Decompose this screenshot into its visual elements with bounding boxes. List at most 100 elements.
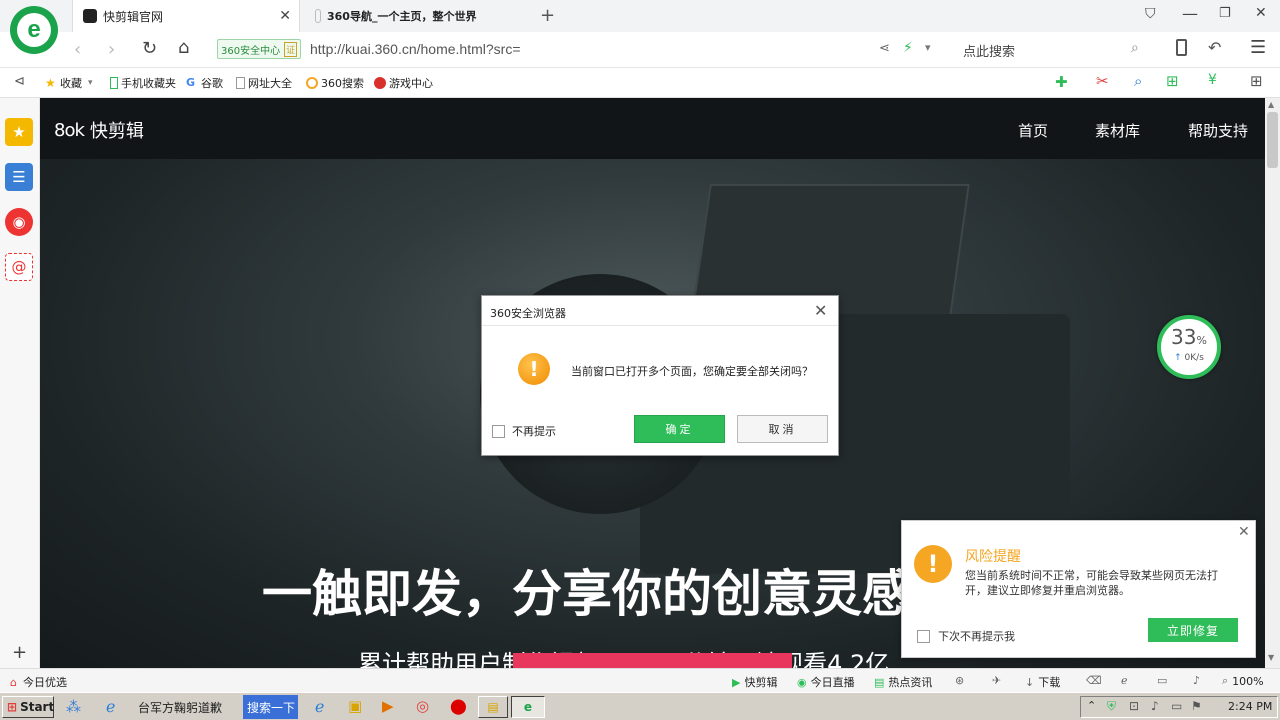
taskbar-window-title[interactable]: 台军方鞠躬道歉 [138,699,222,716]
bookmark-favorites[interactable]: ★ 收藏 ▾ [45,75,93,91]
tray-chevron-icon[interactable]: ⌃ [1087,699,1096,712]
favorites-star-icon[interactable]: ★ [5,118,33,146]
checkbox-box[interactable] [917,629,930,643]
nav-home[interactable]: 首页 [1018,120,1048,141]
collapse-sidebar-icon[interactable]: ⊲ [14,74,25,89]
clock[interactable]: 2:24 PM [1228,700,1272,713]
weibo-icon[interactable]: ◉ [5,208,33,236]
risk-dont-show-checkbox[interactable]: 下次不再提示我 [917,628,1015,644]
today-picks-label: 今日优选 [22,676,67,689]
chevron-down-icon[interactable]: ▾ [925,41,931,54]
start-label: Start [20,700,55,714]
play-icon: ▶ [732,675,741,689]
bookmark-mobile[interactable]: 手机收藏夹 [110,75,176,91]
live-icon: ◉ [797,675,807,689]
apps-grid-icon[interactable]: ⊞ [1250,72,1263,90]
minimize-icon[interactable]: — [1182,4,1198,23]
bookmark-sites[interactable]: 网址大全 [236,75,292,91]
zoom-level[interactable]: ⌕ 100% [1222,674,1264,688]
network-speed-widget[interactable]: 33% ↑ 0K/s [1157,315,1221,379]
status-live[interactable]: ◉ 今日直播 [797,674,855,690]
reader-list-icon[interactable]: ☰ [5,163,33,191]
screenshot-icon[interactable]: ✂ [1096,72,1109,90]
app-taskbar-button[interactable]: ▤ [478,696,508,718]
network-icon[interactable]: ⊡ [1129,699,1139,713]
skin-icon[interactable]: ⛉ [1145,6,1156,22]
warning-icon: ! [518,353,550,385]
scroll-thumb[interactable] [1267,112,1278,168]
shield-icon[interactable]: ⛨ [1107,699,1116,714]
status-kuaijianji[interactable]: ▶ 快剪辑 [732,674,777,690]
keyboard-icon[interactable]: ▭ [1171,699,1182,713]
fix-now-button[interactable]: 立即修复 [1148,618,1238,642]
menu-icon[interactable]: ☰ [1250,37,1266,58]
zoom-search-icon[interactable]: ⌕ [1134,72,1142,90]
bookmark-360search[interactable]: 360搜索 [306,75,364,91]
cancel-button[interactable]: 取消 [737,415,828,443]
url-field[interactable]: http://kuai.360.cn/home.html?src= [310,41,521,57]
nav-help[interactable]: 帮助支持 [1188,120,1248,141]
scroll-up-icon[interactable]: ▲ [1268,100,1274,109]
wallet-icon[interactable]: ¥ [1208,72,1217,88]
scroll-down-icon[interactable]: ▼ [1268,653,1274,662]
status-ie-icon[interactable]: ℯ [1121,674,1128,687]
add-sidebar-icon[interactable]: + [12,642,27,663]
mobile-icon[interactable] [1176,39,1187,56]
media-player-icon[interactable]: ▶ [382,697,394,715]
forward-icon[interactable]: › [108,39,115,60]
start-button[interactable]: ⊞ Start [2,696,54,718]
tab-strip: e 快剪辑官网 ✕ 360导航_一个主页，整个世界 + ⛉ — ❐ ✕ [0,0,1280,54]
bookmark-games[interactable]: 游戏中心 [374,75,433,91]
checkbox-label: 下次不再提示我 [938,630,1015,643]
dialog-title-text: 360安全浏览器 [490,307,566,320]
volume-icon[interactable]: ♪ [1151,699,1159,713]
browser-logo-icon[interactable]: e [10,6,58,54]
360-browser-taskbar-button[interactable]: e [511,696,545,718]
today-picks[interactable]: ⌂ 今日优选 [10,674,67,690]
dont-show-checkbox[interactable]: 不再提示 [492,423,556,439]
nav-materials[interactable]: 素材库 [1095,120,1140,141]
chrome-icon[interactable]: ◎ [416,697,429,715]
checkbox-box[interactable] [492,424,505,438]
status-download[interactable]: ↓ 下载 [1025,674,1060,690]
dialog-close-icon[interactable]: ✕ [814,301,827,320]
folder-icon[interactable]: ▣ [348,697,362,715]
tab-close-icon[interactable]: ✕ [279,8,291,24]
status-volume-icon[interactable]: ♪ [1193,674,1200,687]
tab-kuaijianji[interactable]: 快剪辑官网 ✕ [72,0,300,32]
share-icon[interactable]: ⋖ [879,41,890,56]
tab-360-nav[interactable]: 360导航_一个主页，整个世界 [305,0,530,32]
status-window-icon[interactable]: ▭ [1157,674,1167,687]
quicklaunch-icon[interactable]: ⁂ [66,698,81,716]
search-icon[interactable]: ⌕ [1131,40,1139,56]
bookmark-google[interactable]: G 谷歌 [186,75,223,91]
site-logo[interactable]: 8ok 快剪辑 [54,117,144,143]
search-button[interactable]: 搜索一下 [243,695,298,719]
status-speedup-icon[interactable]: ⊛ [955,674,964,687]
flag-icon[interactable]: ⚑ [1191,699,1202,713]
refresh-icon[interactable]: ↻ [142,38,157,59]
hero-download-button[interactable] [513,653,792,668]
ie-browser-icon[interactable]: ℯ [106,697,115,716]
lightning-icon[interactable]: ⚡ [903,40,913,56]
antivirus-icon[interactable]: ⬤ [450,697,467,715]
status-pin-icon[interactable]: ✈ [992,674,1001,687]
search-input[interactable]: 点此搜索 [963,41,1015,60]
undo-icon[interactable]: ↶ [1208,38,1221,57]
page-scrollbar[interactable]: ▲ ▼ [1265,98,1280,668]
home-icon[interactable]: ⌂ [178,37,189,58]
status-news[interactable]: ▤ 热点资讯 [874,674,932,690]
certificate-icon: 证 [284,41,298,57]
close-window-icon[interactable]: ✕ [1255,5,1267,21]
status-cleanup-icon[interactable]: ⌫ [1086,674,1102,687]
ie-taskbar-icon[interactable]: ℯ [315,697,324,716]
maximize-icon[interactable]: ❐ [1219,6,1231,21]
email-icon[interactable]: @ [5,253,33,281]
gamepad-icon[interactable]: ⊞ [1166,72,1179,90]
back-icon[interactable]: ‹ [74,39,81,60]
confirm-button[interactable]: 确定 [634,415,725,443]
new-tab-icon[interactable]: + [540,5,555,26]
popup-close-icon[interactable]: ✕ [1238,524,1250,540]
extension-add-icon[interactable]: ✚ [1055,73,1068,91]
security-badge[interactable]: 360安全中心 证 [217,39,302,59]
